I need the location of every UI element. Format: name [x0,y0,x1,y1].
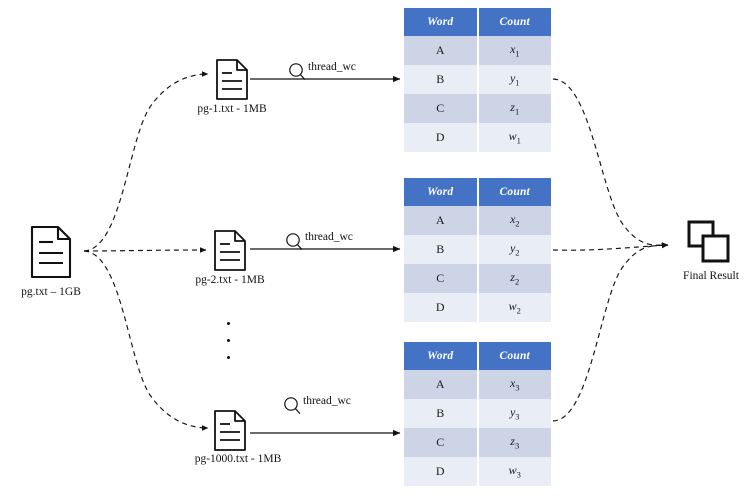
document-icon [214,230,246,271]
table-row: C z1 [404,94,551,123]
cell-count: y3 [476,399,551,428]
table-header-row: Word Count [404,178,551,206]
cell-count: y1 [476,65,551,94]
worker-label: thread_wc [303,395,351,407]
shard-file-label: pg-2.txt - 1MB [195,274,265,286]
column-header-word: Word [404,178,478,206]
table-row: A x3 [404,370,551,399]
table-row: C z3 [404,428,551,457]
word-count-table: Word Count A x2 B y2 C z2 D w2 [404,178,551,324]
table-row: B y3 [404,399,551,428]
cell-word: C [404,428,478,457]
table-row: D w3 [404,457,551,488]
cell-word: B [404,235,478,264]
table-row: D w2 [404,293,551,324]
cell-word: D [404,123,478,154]
table-row: B y2 [404,235,551,264]
connector-layer [83,63,669,437]
magnifier-icon-group [284,63,306,415]
worker-label: thread_wc [305,231,353,243]
column-header-count: Count [476,178,551,206]
cell-count: x3 [476,370,551,399]
document-icon [30,225,72,279]
cell-count: x2 [476,206,551,235]
table-row: C z2 [404,264,551,293]
column-header-word: Word [404,342,478,370]
stacked-squares-icon [687,220,730,263]
document-icon [214,410,246,451]
cell-word: A [404,206,478,235]
cell-count: z2 [476,264,551,293]
cell-word: B [404,65,478,94]
table-row: A x2 [404,206,551,235]
cell-count: w1 [476,123,551,154]
final-result-label: Final Result [683,270,739,282]
cell-count: y2 [476,235,551,264]
cell-count: w3 [476,457,551,488]
fanout-edges [83,71,209,431]
worker-edges [250,75,401,437]
column-header-count: Count [476,8,551,36]
cell-word: C [404,264,478,293]
shard-file-label: pg-1.txt - 1MB [197,103,267,115]
vertical-ellipsis-icon [227,322,231,373]
cell-word: D [404,457,478,488]
cell-word: D [404,293,478,324]
cell-word: A [404,370,478,399]
fanin-edges [552,78,669,422]
table-header-row: Word Count [404,342,551,370]
cell-count: z3 [476,428,551,457]
cell-count: w2 [476,293,551,324]
worker-label: thread_wc [308,61,356,73]
cell-word: B [404,399,478,428]
cell-count: x1 [476,36,551,65]
document-icon [216,59,248,100]
table-row: B y1 [404,65,551,94]
shard-file-label: pg-1000.txt - 1MB [194,453,282,465]
column-header-word: Word [404,8,478,36]
table-row: D w1 [404,123,551,154]
word-count-table: Word Count A x3 B y3 C z3 D w3 [404,342,551,488]
cell-count: z1 [476,94,551,123]
table-header-row: Word Count [404,8,551,36]
cell-word: C [404,94,478,123]
table-row: A x1 [404,36,551,65]
cell-word: A [404,36,478,65]
source-file-label: pg.txt – 1GB [21,286,81,298]
column-header-count: Count [476,342,551,370]
word-count-table: Word Count A x1 B y1 C z1 D w1 [404,8,551,154]
diagram-canvas: pg.txt – 1GB pg-1.txt - 1MB pg-2.txt - 1… [0,0,755,500]
